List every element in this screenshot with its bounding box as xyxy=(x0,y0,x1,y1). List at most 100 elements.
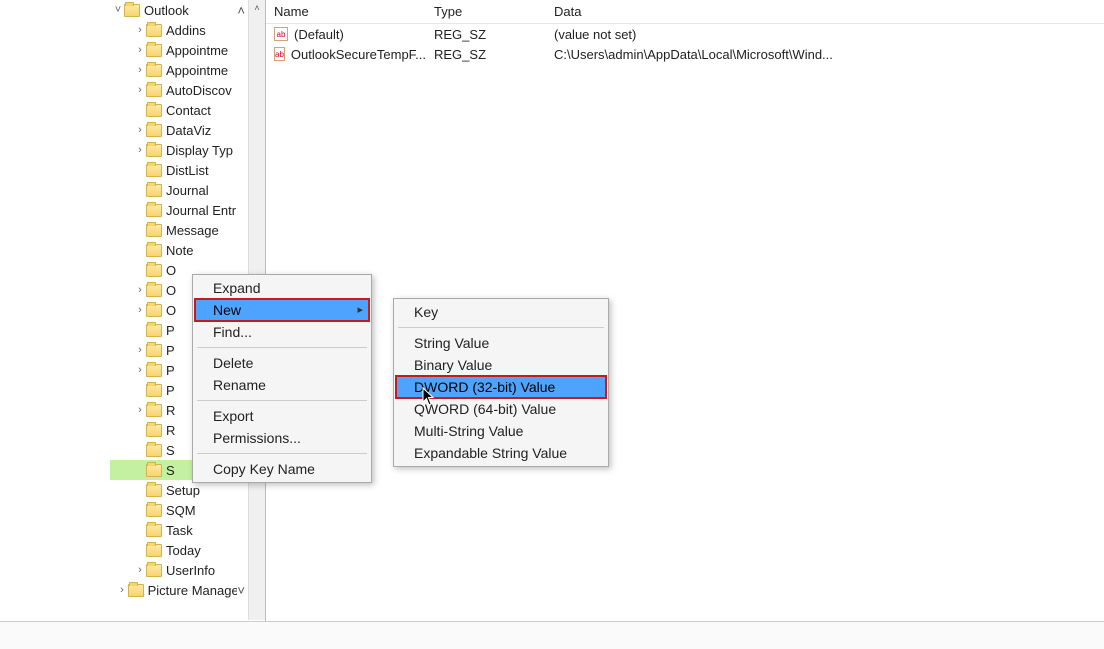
folder-icon xyxy=(146,444,162,457)
submenu-item-binary-value[interactable]: Binary Value xyxy=(396,354,606,376)
tree-item[interactable]: Note xyxy=(110,240,265,260)
menu-separator xyxy=(197,347,367,348)
tree-label: UserInfo xyxy=(166,563,215,578)
tree-label: P xyxy=(166,363,175,378)
expand-icon[interactable]: › xyxy=(134,24,146,36)
table-row[interactable]: abOutlookSecureTempF...REG_SZC:\Users\ad… xyxy=(266,44,1104,64)
tree-item[interactable]: › Appointme xyxy=(110,40,265,60)
folder-icon xyxy=(146,304,162,317)
submenu-item-dword-32-bit-value[interactable]: DWORD (32-bit) Value xyxy=(396,376,606,398)
tree-label: SQM xyxy=(166,503,196,518)
folder-icon xyxy=(146,104,162,117)
tree-item[interactable]: Setup xyxy=(110,480,265,500)
values-panel: Name Type Data ab(Default)REG_SZ(value n… xyxy=(265,0,1104,649)
tree-item[interactable]: › UserInfo xyxy=(110,560,265,580)
collapse-icon[interactable]: ˅ xyxy=(112,4,124,16)
tree-label: O xyxy=(166,283,176,298)
scroll-down-indicator: ˅ xyxy=(237,583,245,598)
tree-label: P xyxy=(166,343,175,358)
tree-item[interactable]: Today xyxy=(110,540,265,560)
tree-item[interactable]: DistList xyxy=(110,160,265,180)
folder-icon xyxy=(124,4,140,17)
tree-label: Appointme xyxy=(166,43,228,58)
submenu-item-expandable-string-value[interactable]: Expandable String Value xyxy=(396,442,606,464)
menu-item-new[interactable]: New▸ xyxy=(195,299,369,321)
folder-icon xyxy=(146,384,162,397)
menu-item-copy-key-name[interactable]: Copy Key Name xyxy=(195,458,369,480)
expand-icon[interactable]: › xyxy=(134,84,146,96)
submenu-item-string-value[interactable]: String Value xyxy=(396,332,606,354)
cell-name: ab(Default) xyxy=(266,25,426,44)
expand-icon[interactable]: › xyxy=(134,564,146,576)
folder-icon xyxy=(146,484,162,497)
folder-icon xyxy=(146,364,162,377)
folder-icon xyxy=(146,144,162,157)
expand-icon[interactable]: › xyxy=(134,144,146,156)
tree-item[interactable]: Journal xyxy=(110,180,265,200)
tree-item-outlook[interactable]: ˅ Outlook ˄ xyxy=(110,0,265,20)
tree-item[interactable]: › Display Typ xyxy=(110,140,265,160)
tree-label: S xyxy=(166,463,175,478)
tree-item[interactable]: Journal Entr xyxy=(110,200,265,220)
folder-icon xyxy=(146,44,162,57)
expand-icon[interactable]: › xyxy=(134,304,146,316)
tree-label: O xyxy=(166,263,176,278)
tree-item[interactable]: ›Appointme xyxy=(110,60,265,80)
folder-icon xyxy=(146,524,162,537)
menu-item-find[interactable]: Find... xyxy=(195,321,369,343)
tree-label: DataViz xyxy=(166,123,211,138)
table-row[interactable]: ab(Default)REG_SZ(value not set) xyxy=(266,24,1104,44)
folder-icon xyxy=(146,24,162,37)
expand-icon[interactable]: › xyxy=(134,64,146,76)
tree-label: R xyxy=(166,403,175,418)
tree-item-picture-manager[interactable]: ›Picture Manage˅ xyxy=(110,580,265,600)
expand-icon[interactable]: › xyxy=(134,404,146,416)
submenu-item-multi-string-value[interactable]: Multi-String Value xyxy=(396,420,606,442)
scroll-up-arrow[interactable]: ˄ xyxy=(249,0,265,17)
tree-label: Task xyxy=(166,523,193,538)
menu-item-rename[interactable]: Rename xyxy=(195,374,369,396)
folder-icon xyxy=(146,564,162,577)
tree-item[interactable]: Message xyxy=(110,220,265,240)
submenu-item-qword-64-bit-value[interactable]: QWORD (64-bit) Value xyxy=(396,398,606,420)
tree-item[interactable]: Contact xyxy=(110,100,265,120)
tree-label: Addins xyxy=(166,23,206,38)
tree-item[interactable]: SQM xyxy=(110,500,265,520)
tree-label: Outlook xyxy=(144,3,189,18)
tree-item[interactable]: › AutoDiscov xyxy=(110,80,265,100)
tree-label: AutoDiscov xyxy=(166,83,232,98)
menu-item-export[interactable]: Export xyxy=(195,405,369,427)
folder-icon xyxy=(146,284,162,297)
col-header-type[interactable]: Type xyxy=(426,0,546,23)
folder-icon xyxy=(146,344,162,357)
values-header[interactable]: Name Type Data xyxy=(266,0,1104,24)
col-header-data[interactable]: Data xyxy=(546,0,1104,23)
expand-icon[interactable]: › xyxy=(134,44,146,56)
tree-item[interactable]: › DataViz xyxy=(110,120,265,140)
tree-item[interactable]: Task xyxy=(110,520,265,540)
expand-icon[interactable]: › xyxy=(134,284,146,296)
expand-icon[interactable]: › xyxy=(134,124,146,136)
col-header-name[interactable]: Name xyxy=(266,0,426,23)
menu-separator xyxy=(197,453,367,454)
folder-icon xyxy=(146,544,162,557)
expand-icon[interactable]: › xyxy=(134,364,146,376)
tree-label: Note xyxy=(166,243,193,258)
expand-icon[interactable]: › xyxy=(134,344,146,356)
menu-separator xyxy=(398,327,604,328)
menu-item-delete[interactable]: Delete xyxy=(195,352,369,374)
menu-item-permissions[interactable]: Permissions... xyxy=(195,427,369,449)
tree-label: Journal Entr xyxy=(166,203,236,218)
folder-icon xyxy=(146,84,162,97)
menu-item-expand[interactable]: Expand xyxy=(195,277,369,299)
folder-icon xyxy=(146,64,162,77)
folder-icon xyxy=(146,204,162,217)
submenu-item-key[interactable]: Key xyxy=(396,301,606,323)
folder-icon xyxy=(146,224,162,237)
cell-name: abOutlookSecureTempF... xyxy=(266,45,426,64)
folder-icon xyxy=(146,164,162,177)
tree-item[interactable]: › Addins xyxy=(110,20,265,40)
tree-label: Display Typ xyxy=(166,143,233,158)
expand-icon[interactable]: › xyxy=(116,584,128,596)
scroll-up-indicator: ˄ xyxy=(237,3,245,18)
